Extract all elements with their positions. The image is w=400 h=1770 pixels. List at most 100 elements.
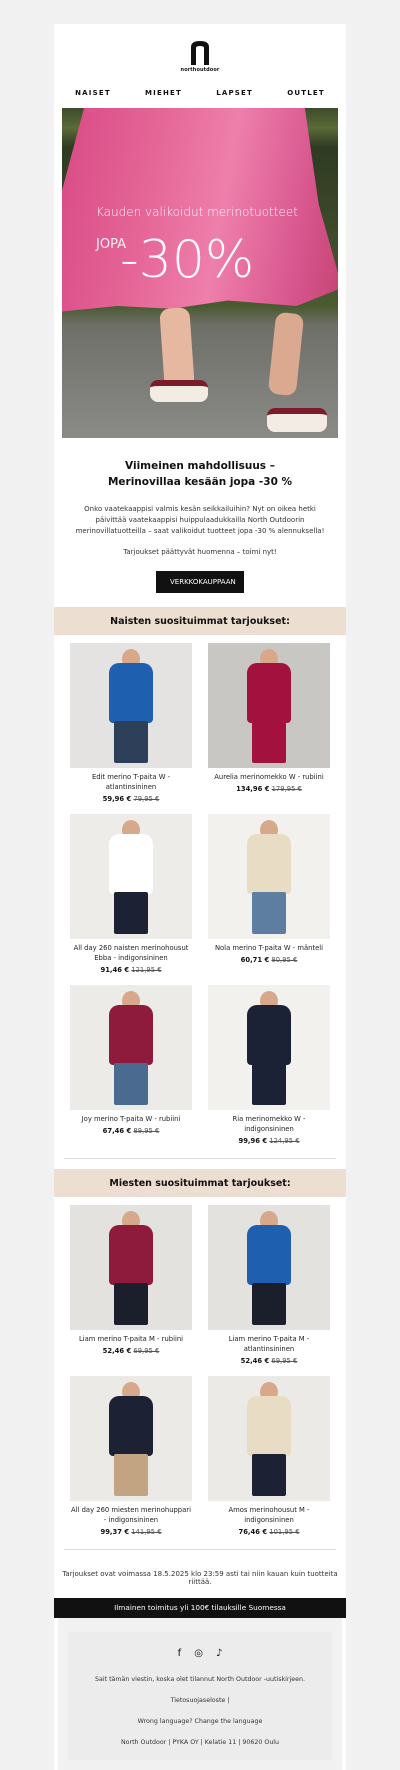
original-price: 101,95 € — [269, 1528, 300, 1536]
product-image[interactable] — [70, 985, 192, 1110]
hero-banner[interactable]: Kauden valikoidut merinotuotteet JOPA -3… — [62, 108, 338, 438]
divider — [64, 1158, 336, 1159]
model-top — [247, 1396, 291, 1456]
product-card[interactable]: Ria merinomekko W - indigonsininen 99,96 … — [208, 985, 330, 1145]
logo-wordmark: northoutdoor — [180, 67, 220, 73]
model-bottom — [114, 721, 148, 763]
sale-price: 60,71 € — [240, 956, 270, 964]
company-address: North Outdoor | PYKA OY | Kelatie 11 | 9… — [120, 1739, 280, 1746]
product-name[interactable]: Ria merinomekko W - indigonsininen — [208, 1114, 330, 1134]
model-top — [247, 1225, 291, 1285]
north-outdoor-logo-icon — [191, 41, 209, 65]
sale-price: 99,37 € — [100, 1528, 130, 1536]
product-card[interactable]: Edit merino T-paita W - atlantinsininen 5… — [70, 643, 192, 803]
product-name[interactable]: Amos merinohousut M - indigonsininen — [208, 1505, 330, 1525]
model-bottom — [252, 1283, 286, 1325]
footer: f ◎ ♪ Sait tämän viestin, koska olet til… — [58, 1618, 342, 1770]
product-price: 134,96 € 179,95 € — [208, 785, 330, 793]
product-image[interactable] — [70, 1205, 192, 1330]
product-card[interactable]: Liam merino T-paita M - rubiini 52,46 € 6… — [70, 1205, 192, 1365]
product-image[interactable] — [208, 1205, 330, 1330]
intro-section: Viimeinen mahdollisuus – Merinovillaa ke… — [54, 438, 346, 607]
product-price: 76,46 € 101,95 € — [208, 1528, 330, 1536]
hero-subtitle: Kauden valikoidut merinotuotteet — [96, 205, 298, 219]
men-product-grid: Liam merino T-paita M - rubiini 52,46 € 6… — [54, 1197, 346, 1547]
product-card[interactable]: Amos merinohousut M - indigonsininen 76,4… — [208, 1376, 330, 1536]
product-price: 52,46 € 69,95 € — [208, 1357, 330, 1365]
sale-price: 76,46 € — [238, 1528, 268, 1536]
product-name[interactable]: Liam merino T-paita M - rubiini — [70, 1334, 192, 1344]
product-image[interactable] — [70, 814, 192, 939]
brand-logo[interactable]: northoutdoor — [54, 24, 346, 78]
shop-cta-button[interactable]: VERKKOKAUPPAAN — [156, 571, 244, 593]
product-price: 59,96 € 79,95 € — [70, 795, 192, 803]
model-bottom — [114, 892, 148, 934]
tiktok-icon[interactable]: ♪ — [216, 1648, 222, 1659]
product-price: 67,46 € 89,95 € — [70, 1127, 192, 1135]
product-name[interactable]: Joy merino T-paita W - rubiini — [70, 1114, 192, 1124]
language-link[interactable]: Wrong language? Change the language — [78, 1717, 322, 1727]
product-card[interactable]: Joy merino T-paita W - rubiini 67,46 € 89… — [70, 985, 192, 1145]
intro-body: Onko vaatekaappisi valmis kesän seikkail… — [75, 505, 325, 535]
product-price: 52,46 € 69,95 € — [70, 1347, 192, 1355]
model-bottom — [114, 1454, 148, 1496]
product-image[interactable] — [208, 814, 330, 939]
offer-validity: Tarjoukset ovat voimassa 18.5.2025 klo 2… — [62, 1570, 338, 1586]
original-price: 179,95 € — [271, 785, 302, 793]
model-top — [109, 1396, 153, 1456]
product-name[interactable]: All day 260 miesten merinohuppari - indi… — [70, 1505, 192, 1525]
original-price: 124,95 € — [269, 1137, 300, 1145]
nav-item-miehet[interactable]: MIEHET — [145, 89, 182, 97]
privacy-link[interactable]: Tietosuojaseloste | — [78, 1696, 322, 1706]
nav-item-naiset[interactable]: NAISET — [75, 89, 111, 97]
product-name[interactable]: All day 260 naisten merinohousut Ebba - … — [70, 943, 192, 963]
model-top — [247, 663, 291, 723]
product-image[interactable] — [208, 643, 330, 768]
product-name[interactable]: Liam merino T-paita M - atlantinsininen — [208, 1334, 330, 1354]
model-top — [109, 1225, 153, 1285]
product-image[interactable] — [208, 1376, 330, 1501]
instagram-icon[interactable]: ◎ — [194, 1648, 203, 1659]
product-price: 60,71 € 80,95 € — [208, 956, 330, 964]
product-card[interactable]: All day 260 naisten merinohousut Ebba - … — [70, 814, 192, 974]
intro-heading-line2: Merinovillaa kesään jopa -30 % — [107, 476, 293, 488]
model-bottom — [252, 1063, 286, 1105]
model-bottom — [252, 721, 286, 763]
sale-price: 67,46 € — [102, 1127, 132, 1135]
product-price: 99,37 € 141,95 € — [70, 1528, 192, 1536]
facebook-icon[interactable]: f — [178, 1648, 182, 1659]
model-top — [247, 1005, 291, 1065]
original-price: 79,95 € — [133, 795, 160, 803]
sale-price: 52,46 € — [240, 1357, 270, 1365]
model-top — [247, 834, 291, 894]
original-price: 69,95 € — [271, 1357, 298, 1365]
product-name[interactable]: Nola merino T-paita W - mänteli — [208, 943, 330, 953]
product-name[interactable]: Edit merino T-paita W - atlantinsininen — [70, 772, 192, 792]
main-nav: NAISET MIEHET LAPSET OUTLET — [54, 78, 346, 108]
men-section-title: Miesten suosituimmat tarjoukset: — [54, 1169, 346, 1197]
hero-image-sandal — [150, 380, 208, 402]
product-image[interactable] — [70, 643, 192, 768]
product-card[interactable]: Liam merino T-paita M - atlantinsininen 5… — [208, 1205, 330, 1365]
hero-image-leg — [159, 307, 195, 389]
sale-price: 134,96 € — [236, 785, 270, 793]
original-price: 141,95 € — [131, 1528, 162, 1536]
original-price: 89,95 € — [133, 1127, 160, 1135]
women-product-grid: Edit merino T-paita W - atlantinsininen 5… — [54, 635, 346, 1156]
model-bottom — [252, 1454, 286, 1496]
product-card[interactable]: Aurelia merinomekko W - rubiini 134,96 € … — [208, 643, 330, 803]
model-bottom — [114, 1283, 148, 1325]
hero-discount: -30% — [120, 230, 255, 290]
product-image[interactable] — [70, 1376, 192, 1501]
nav-item-lapset[interactable]: LAPSET — [216, 89, 253, 97]
intro-heading-line1: Viimeinen mahdollisuus – — [125, 460, 275, 472]
model-bottom — [114, 1063, 148, 1105]
divider — [64, 1549, 336, 1550]
product-card[interactable]: All day 260 miesten merinohuppari - indi… — [70, 1376, 192, 1536]
shipping-banner: Ilmainen toimitus yli 100€ tilauksille S… — [54, 1598, 346, 1618]
sale-price: 91,46 € — [100, 966, 130, 974]
nav-item-outlet[interactable]: OUTLET — [287, 89, 325, 97]
product-name[interactable]: Aurelia merinomekko W - rubiini — [208, 772, 330, 782]
product-image[interactable] — [208, 985, 330, 1110]
product-card[interactable]: Nola merino T-paita W - mänteli 60,71 € 8… — [208, 814, 330, 974]
